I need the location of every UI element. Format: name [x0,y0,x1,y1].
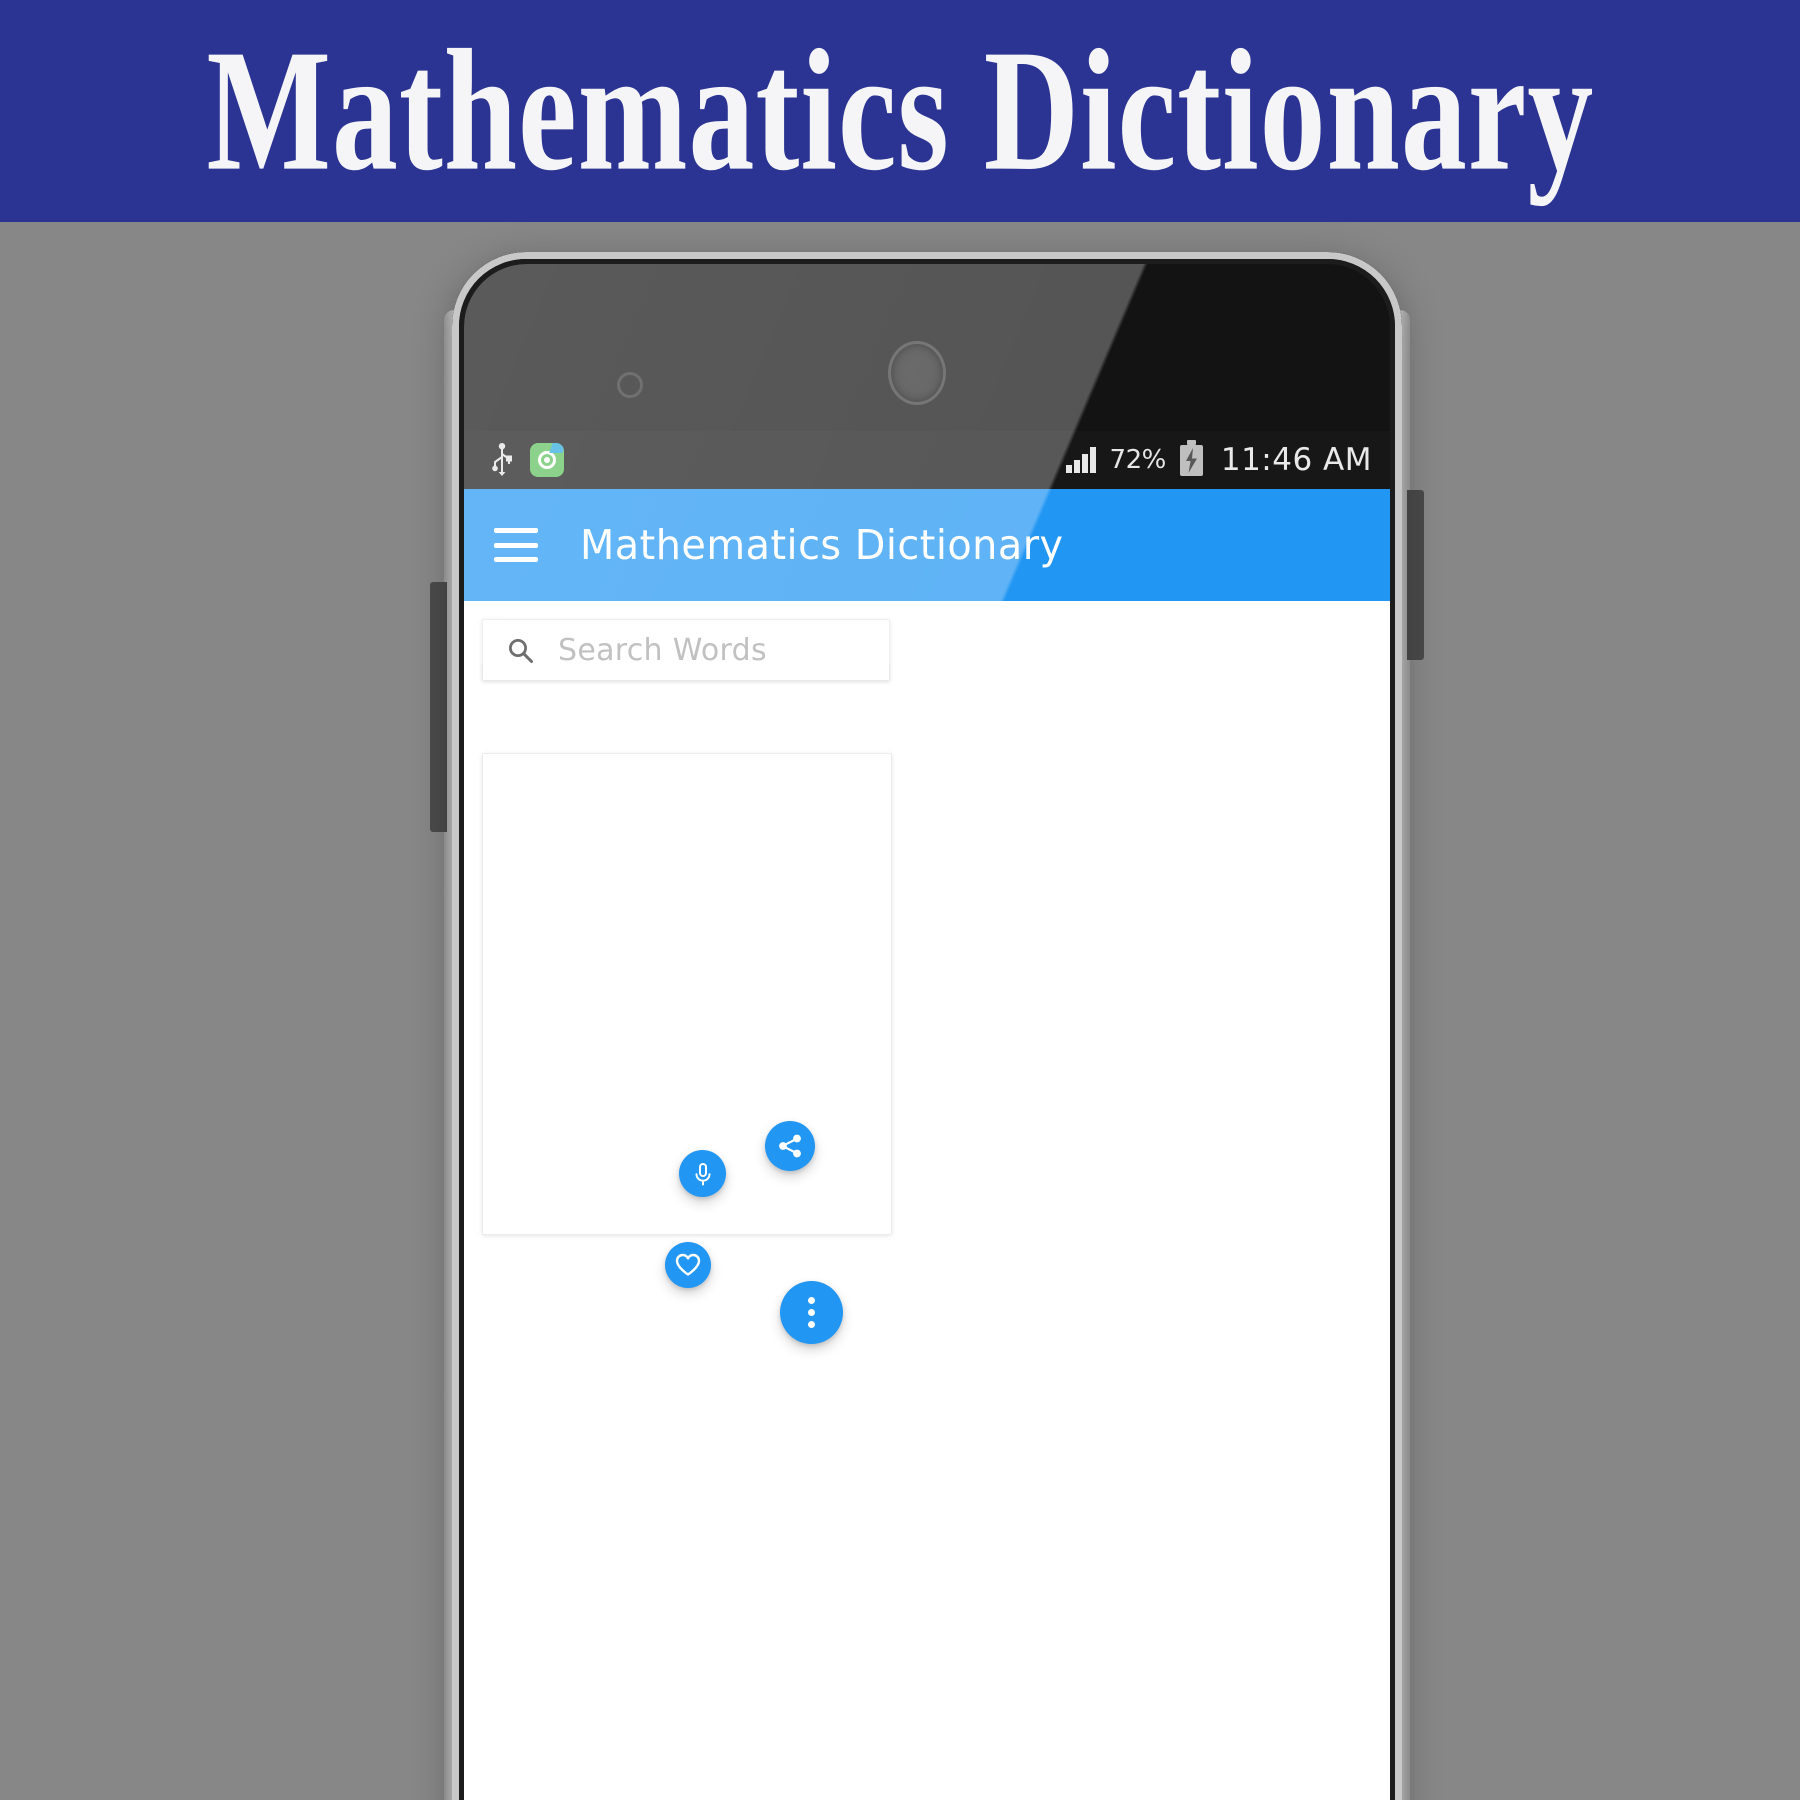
app-bar-title: Mathematics Dictionary [580,521,1064,569]
status-bar-clock: 11:46 AM [1220,442,1372,478]
proximity-sensor-icon [617,372,643,398]
phone-screen: 72% 11:46 AM Mathematics Dictionary Sear… [464,431,1390,1800]
volume-rocker-button[interactable] [430,582,447,832]
search-placeholder: Search Words [558,632,767,668]
microphone-icon [695,1162,710,1185]
screenshot-stage: Mathematics Dictionary 72% 11:46 AM Math… [0,0,1800,1800]
promo-banner: Mathematics Dictionary [0,0,1800,222]
voice-search-fab[interactable] [679,1150,726,1197]
front-camera-icon [891,344,943,402]
signal-bars-icon [1065,447,1096,473]
power-button[interactable] [1407,490,1424,660]
search-input[interactable]: Search Words [482,619,890,681]
more-vertical-icon [808,1297,815,1328]
usb-icon [492,443,512,476]
battery-charging-icon [1179,439,1203,476]
heart-outline-icon [675,1253,701,1276]
favorite-fab[interactable] [665,1242,711,1288]
search-icon [509,638,533,663]
phone-body: 72% 11:46 AM Mathematics Dictionary Sear… [452,252,1402,1800]
app-notification-icon [530,443,564,477]
more-options-fab[interactable] [780,1281,843,1344]
app-bar: Mathematics Dictionary [464,489,1390,601]
status-bar: 72% 11:46 AM [464,431,1390,489]
share-icon [779,1134,801,1158]
banner-title: Mathematics Dictionary [206,14,1594,207]
status-bar-left-icons [490,443,564,477]
battery-percent-label: 72% [1109,445,1167,475]
hamburger-menu-icon[interactable] [494,528,538,562]
app-icon-corner [549,443,564,453]
app-content: Search Words [464,601,1390,1800]
share-fab[interactable] [765,1121,815,1171]
phone-mockup: 72% 11:46 AM Mathematics Dictionary Sear… [430,252,1424,1800]
status-bar-right-icons: 72% 11:46 AM [1065,439,1372,478]
